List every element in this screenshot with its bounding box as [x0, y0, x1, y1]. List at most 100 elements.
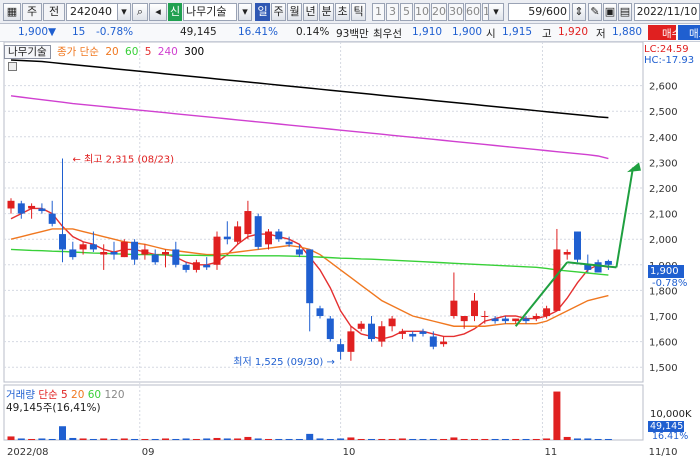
volume-ratio-tag: 16.41%	[652, 431, 689, 442]
period-button[interactable]: 일	[255, 3, 270, 21]
stock-code-input[interactable]: 242040	[66, 3, 118, 21]
volume-bar	[440, 438, 448, 440]
volume-bar	[460, 438, 468, 440]
period-button[interactable]: 년	[303, 3, 318, 21]
candle-body	[254, 216, 262, 247]
volume-bar	[481, 438, 489, 440]
date-field[interactable]: 2022/11/10	[634, 3, 700, 21]
candle-body	[543, 308, 551, 316]
interval-button[interactable]: 1	[372, 3, 385, 21]
new-badge-label: 신	[169, 5, 181, 18]
y-tick-label: 2,500	[649, 107, 678, 118]
market-label: 주	[26, 5, 38, 18]
sell-button-label: 매도	[689, 28, 700, 40]
buy-button[interactable]: 매수	[648, 25, 681, 40]
volume-bar	[512, 438, 520, 440]
volume-bar	[213, 437, 221, 440]
candle-body	[265, 231, 272, 245]
interval-button[interactable]: 10	[414, 3, 430, 21]
period-button[interactable]: 분	[319, 3, 334, 21]
trade-amount: 93백만	[336, 28, 369, 40]
candle-body	[491, 318, 499, 322]
candle-body	[182, 264, 190, 270]
candle-body	[440, 341, 448, 345]
interval-button[interactable]: 60	[465, 3, 481, 21]
volume-bar	[337, 438, 345, 440]
interval-dropdown-icon[interactable]: ▾	[488, 3, 504, 21]
volume-bar	[388, 438, 396, 440]
volume-bar	[574, 438, 581, 440]
stock-name-value: 나무기술	[186, 5, 227, 18]
candle-body	[244, 211, 252, 235]
volume-bar	[192, 438, 200, 440]
y-tick-label: 2,200	[649, 184, 678, 195]
candle-body	[7, 200, 15, 209]
low-price: 1,880	[612, 26, 643, 38]
volume-bar	[594, 438, 602, 440]
period-button[interactable]: 월	[287, 3, 302, 21]
volume-bar	[38, 438, 46, 440]
candle-body	[213, 236, 221, 265]
x-tick-label: 11	[544, 447, 557, 458]
volume-bar	[584, 438, 592, 440]
name-dropdown-icon[interactable]: ▾	[238, 3, 252, 21]
volume-bar	[398, 438, 406, 440]
volume-bar	[120, 438, 128, 440]
interval-button[interactable]: 3	[386, 3, 399, 21]
volume-bar	[17, 438, 25, 440]
candle-body	[306, 249, 314, 304]
period-button[interactable]: 틱	[351, 3, 366, 21]
candle-body	[316, 308, 324, 316]
period-button[interactable]: 주	[271, 3, 286, 21]
draw-tool-icon[interactable]: ✎	[588, 3, 602, 21]
candle-body	[120, 241, 128, 258]
candle-body	[337, 344, 345, 352]
panel-toggle-icon[interactable]	[8, 62, 17, 71]
volume-bar	[28, 438, 36, 440]
candle-body	[38, 208, 46, 212]
y-tick-label: 1,700	[649, 312, 678, 323]
open-price: 1,915	[502, 26, 533, 38]
ma20-label: 20	[105, 46, 119, 58]
candle-body	[172, 249, 180, 265]
market-mode-label: 전	[48, 5, 60, 18]
volume-bar	[151, 438, 159, 440]
volume-bar	[450, 437, 458, 440]
code-dropdown-icon[interactable]: ▾	[117, 3, 131, 21]
volume-bar	[604, 438, 612, 440]
candle-body	[69, 249, 77, 258]
speaker-icon[interactable]: ◂	[149, 3, 167, 21]
count-spin-icon[interactable]: ⇕	[572, 3, 586, 21]
candle-body	[192, 262, 200, 270]
period-button[interactable]: 초	[335, 3, 350, 21]
volume-bar	[275, 438, 283, 440]
candle-body	[347, 331, 355, 352]
volume-bar	[491, 438, 499, 440]
ma-title: 종가 단순	[56, 46, 99, 58]
market-select[interactable]: 주	[22, 3, 42, 21]
interval-button[interactable]: 30	[448, 3, 464, 21]
print-icon[interactable]: ▤	[618, 3, 632, 21]
candle-body	[48, 213, 56, 224]
stock-name-field[interactable]: 나무기술	[183, 3, 237, 21]
interval-button[interactable]: 20	[431, 3, 447, 21]
grid-icon[interactable]: ▦	[3, 3, 21, 21]
display-count-field[interactable]: 59/600	[508, 3, 570, 21]
interval-button[interactable]: 5	[400, 3, 413, 21]
candle-body	[151, 254, 159, 263]
candle-body	[234, 226, 242, 242]
volume-bar	[429, 438, 437, 440]
volume-bar	[306, 433, 314, 440]
ma5-label: 5	[144, 46, 152, 58]
market-mode-select[interactable]: 전	[43, 3, 65, 21]
volume-bar	[100, 438, 108, 440]
volume-bar	[295, 438, 303, 440]
candle-body	[460, 316, 468, 322]
save-icon[interactable]: ▣	[603, 3, 617, 21]
candle-body	[409, 333, 417, 337]
sell-button[interactable]: 매도	[678, 25, 700, 40]
candle-body	[522, 318, 530, 322]
candle-body	[604, 260, 612, 265]
search-icon[interactable]: ⌕	[132, 3, 148, 21]
volume-bar	[110, 438, 118, 440]
